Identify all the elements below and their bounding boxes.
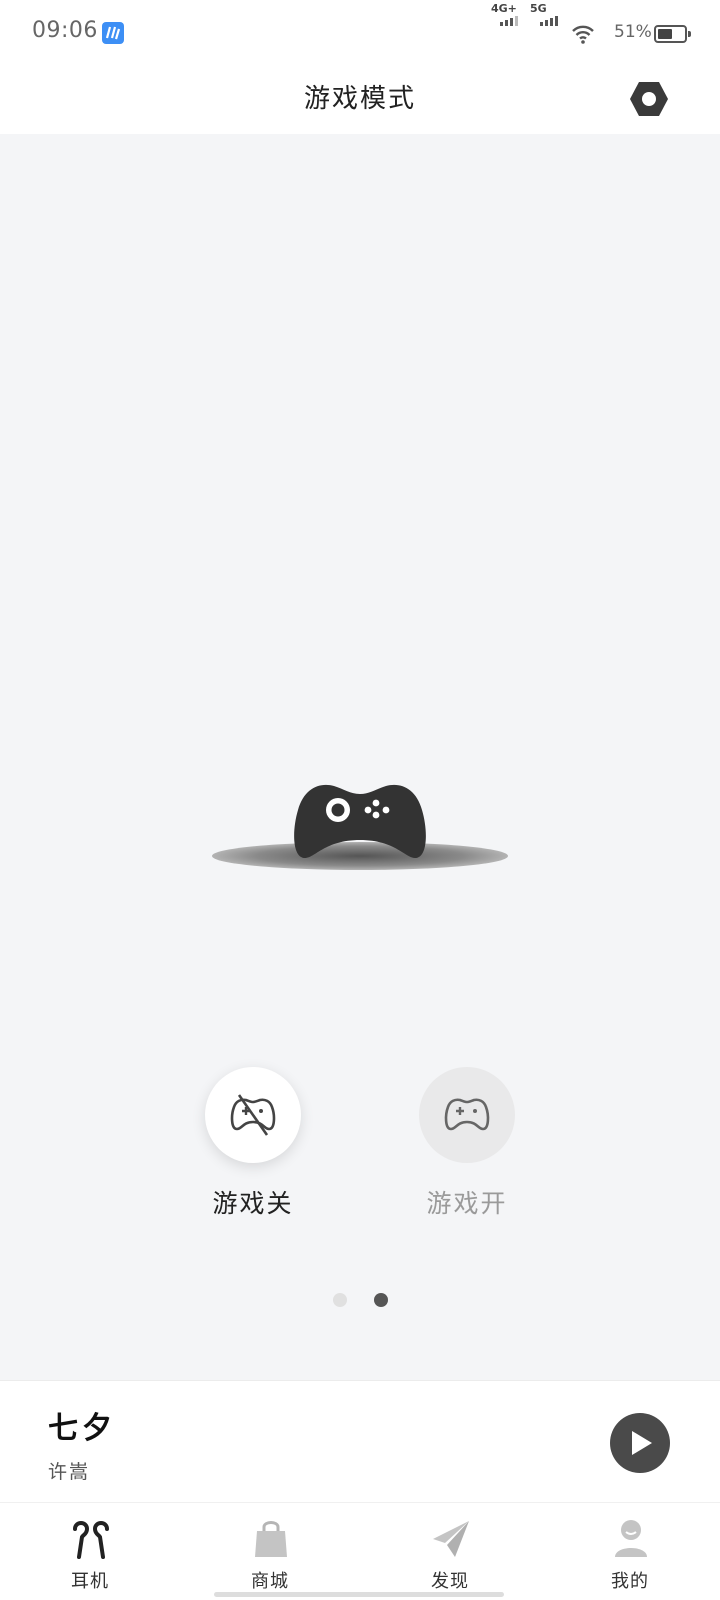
tab-label: 商城 [251, 1571, 289, 1592]
battery-percent: 51% [614, 22, 652, 42]
network-type-1: 4G+ [491, 2, 517, 15]
gamepad-illustration [210, 770, 510, 880]
paper-plane-icon [433, 1521, 469, 1557]
tab-label: 耳机 [71, 1571, 109, 1592]
shopping-bag-icon [255, 1521, 287, 1557]
game-mode-stage [0, 134, 720, 1380]
status-bar: 09:06 4G+ 5G 51% [0, 0, 720, 64]
gamepad-off-icon [230, 1094, 276, 1136]
tab-shop[interactable]: 商城 [210, 1503, 330, 1600]
tab-label: 我的 [611, 1571, 649, 1592]
app-header: 游戏模式 [0, 64, 720, 134]
page-title: 游戏模式 [303, 84, 416, 114]
settings-button[interactable] [628, 78, 670, 120]
earbuds-icon [73, 1521, 109, 1559]
home-indicator[interactable] [214, 1592, 504, 1597]
network-type-2: 5G [530, 2, 547, 15]
page-indicator-dot-active[interactable] [374, 1293, 388, 1307]
status-time: 09:06 [32, 18, 98, 43]
tab-profile[interactable]: 我的 [570, 1503, 690, 1600]
song-artist: 许嵩 [48, 1461, 91, 1483]
page-indicator-dot[interactable] [333, 1293, 347, 1307]
bottom-tab-bar: 耳机 商城 发现 我的 [0, 1502, 720, 1600]
wifi-icon [571, 24, 595, 48]
hexagon-settings-icon [630, 82, 668, 116]
game-mode-off-button[interactable] [205, 1067, 301, 1163]
tab-discover[interactable]: 发现 [390, 1503, 510, 1600]
play-button[interactable] [610, 1413, 670, 1473]
play-icon [632, 1431, 652, 1455]
song-title: 七夕 [48, 1411, 116, 1446]
notification-app-icon [102, 22, 124, 44]
tab-earbuds[interactable]: 耳机 [30, 1503, 150, 1600]
now-playing-bar[interactable]: 七夕 许嵩 [0, 1380, 720, 1502]
profile-icon [615, 1520, 647, 1557]
gamepad-on-icon [444, 1098, 490, 1131]
game-mode-on-label: 游戏开 [426, 1189, 508, 1218]
battery-icon [654, 25, 691, 43]
game-mode-off-label: 游戏关 [212, 1189, 294, 1218]
game-mode-on-button[interactable] [419, 1067, 515, 1163]
tab-label: 发现 [431, 1571, 469, 1592]
gamepad-hero-icon [212, 784, 508, 870]
